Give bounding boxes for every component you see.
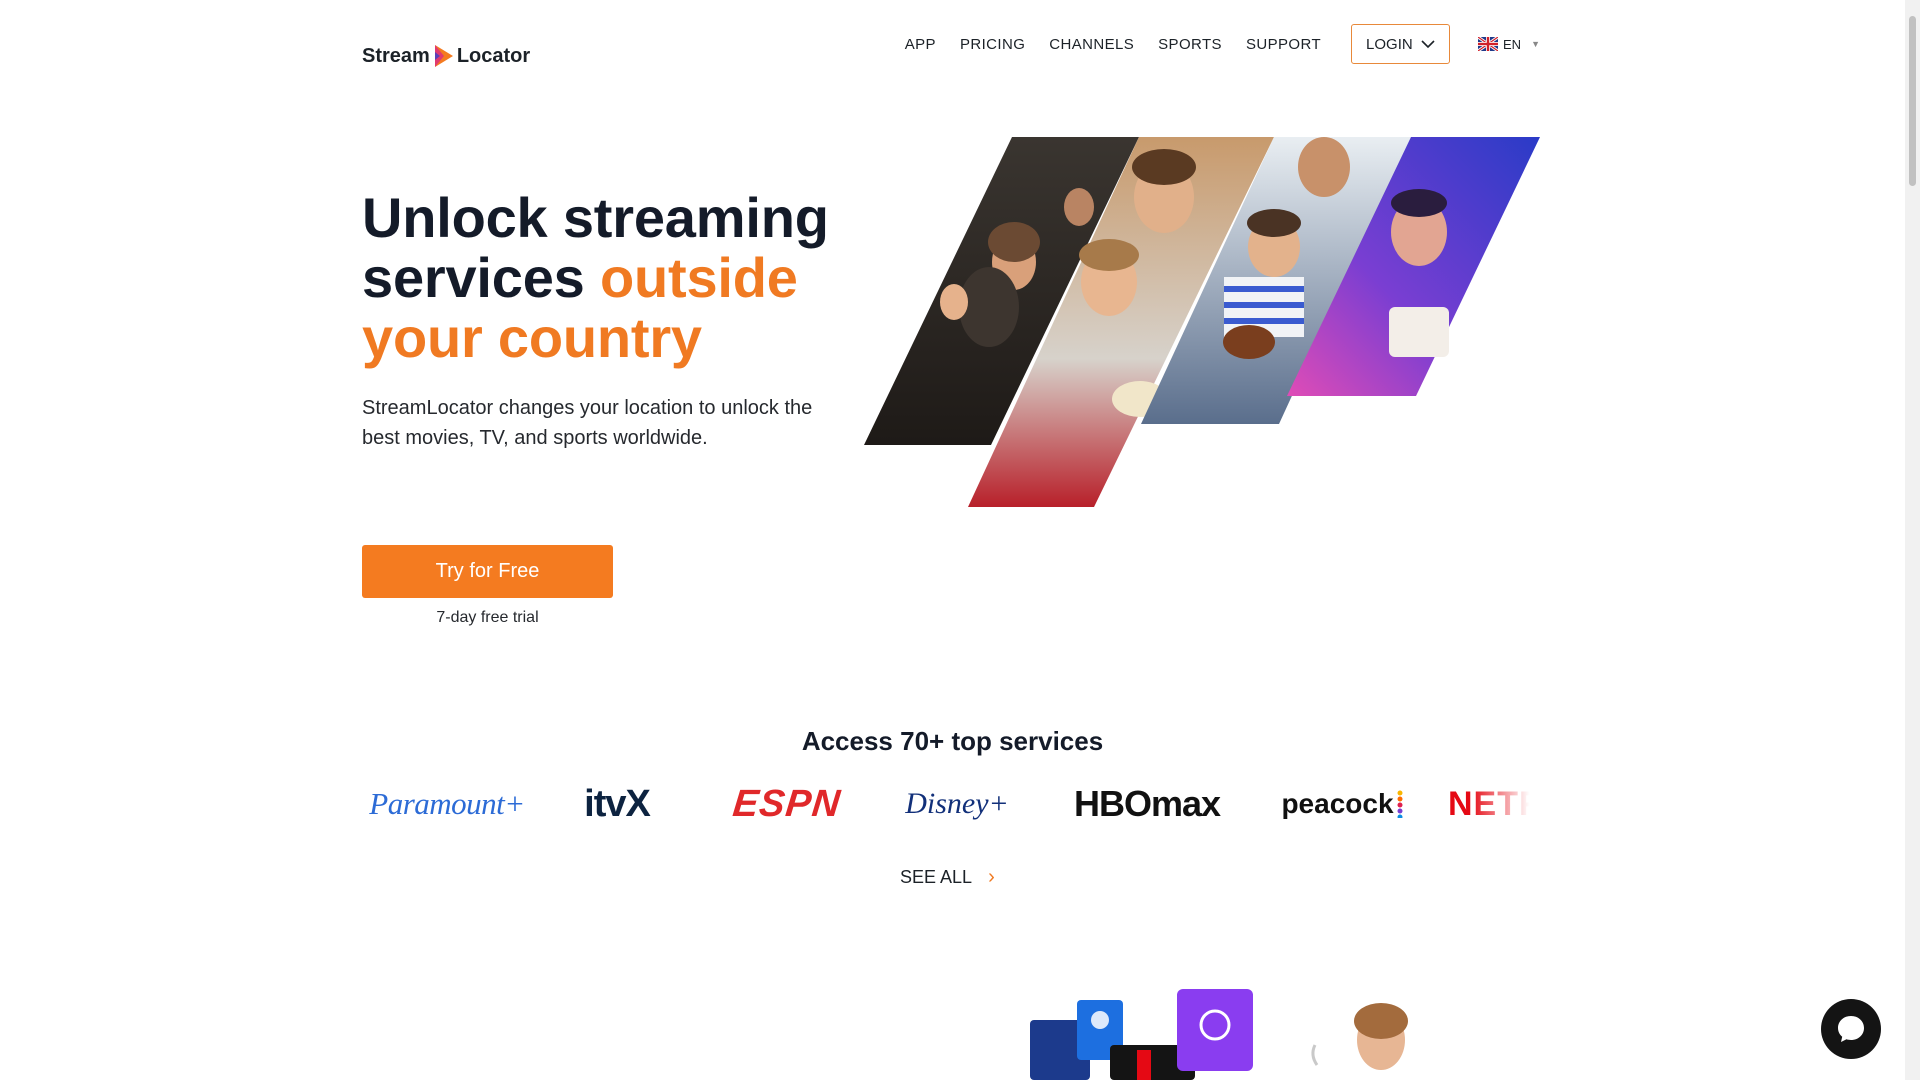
hero-title: Unlock streaming services outside your c… bbox=[362, 188, 882, 368]
page-scrollbar[interactable] bbox=[1905, 0, 1920, 1080]
services-heading: Access 70+ top services bbox=[801, 726, 1104, 756]
streamlocator-logo[interactable]: Stream Locator bbox=[362, 44, 530, 68]
paramount-plus-logo[interactable]: Paramount+ bbox=[362, 772, 532, 836]
hero-title-line1: Unlock streaming bbox=[362, 186, 829, 249]
hero-collage-image bbox=[864, 137, 1540, 507]
see-all-label: SEE ALL bbox=[900, 867, 973, 887]
nav-support[interactable]: SUPPORT bbox=[1246, 36, 1321, 53]
chat-bubble-icon bbox=[1838, 1016, 1864, 1042]
hero-title-accent1: outside bbox=[599, 246, 798, 309]
disney-plus-logo[interactable]: Disney+ bbox=[872, 772, 1042, 836]
services-carousel: Paramount+ itvX ESPN Disney+ HBOmax peac… bbox=[362, 772, 1540, 836]
free-trial-note: 7-day free trial bbox=[436, 609, 539, 626]
nav-sports[interactable]: SPORTS bbox=[1158, 36, 1222, 53]
apps-and-woman-illustration bbox=[1030, 989, 1408, 1080]
login-button[interactable]: LOGIN bbox=[1351, 24, 1451, 64]
chevron-right-icon: › bbox=[988, 866, 995, 888]
peacock-logo[interactable]: peacock bbox=[1252, 772, 1432, 836]
nav-channels[interactable]: CHANNELS bbox=[1049, 36, 1134, 53]
hbo-max-logo[interactable]: HBOmax bbox=[1042, 772, 1252, 836]
espn-logo[interactable]: ESPN bbox=[702, 772, 872, 836]
peacock-dots-icon bbox=[1397, 790, 1403, 818]
language-code: EN bbox=[1503, 36, 1522, 52]
carousel-fade bbox=[1470, 772, 1540, 836]
chevron-down-icon bbox=[1421, 39, 1435, 48]
caret-down-icon: ▼ bbox=[1531, 39, 1540, 49]
language-selector[interactable]: EN ▼ bbox=[1478, 37, 1540, 52]
main-nav: APP PRICING CHANNELS SPORTS SUPPORT LOGI… bbox=[905, 24, 1540, 64]
chat-widget-button[interactable] bbox=[1821, 999, 1881, 1059]
hero-title-accent2: your country bbox=[362, 306, 702, 369]
nav-app[interactable]: APP bbox=[905, 36, 936, 53]
see-all-link[interactable]: SEE ALL › bbox=[900, 866, 995, 889]
logo-text-stream: Stream bbox=[362, 44, 430, 67]
try-for-free-button[interactable]: Try for Free bbox=[362, 545, 613, 598]
play-icon bbox=[434, 45, 453, 67]
scrollbar-thumb[interactable] bbox=[1909, 16, 1916, 186]
itvx-logo[interactable]: itvX bbox=[532, 772, 702, 836]
uk-flag-icon bbox=[1478, 37, 1499, 51]
nav-pricing[interactable]: PRICING bbox=[960, 36, 1025, 53]
site-header: Stream Locator APP PRICING CHANNELS SPOR… bbox=[362, 24, 1540, 88]
logo-text-locator: Locator bbox=[456, 44, 531, 67]
hero-title-line2: services bbox=[362, 246, 600, 309]
login-label: LOGIN bbox=[1366, 35, 1413, 53]
hero-subtitle: StreamLocator changes your location to u… bbox=[362, 397, 813, 449]
